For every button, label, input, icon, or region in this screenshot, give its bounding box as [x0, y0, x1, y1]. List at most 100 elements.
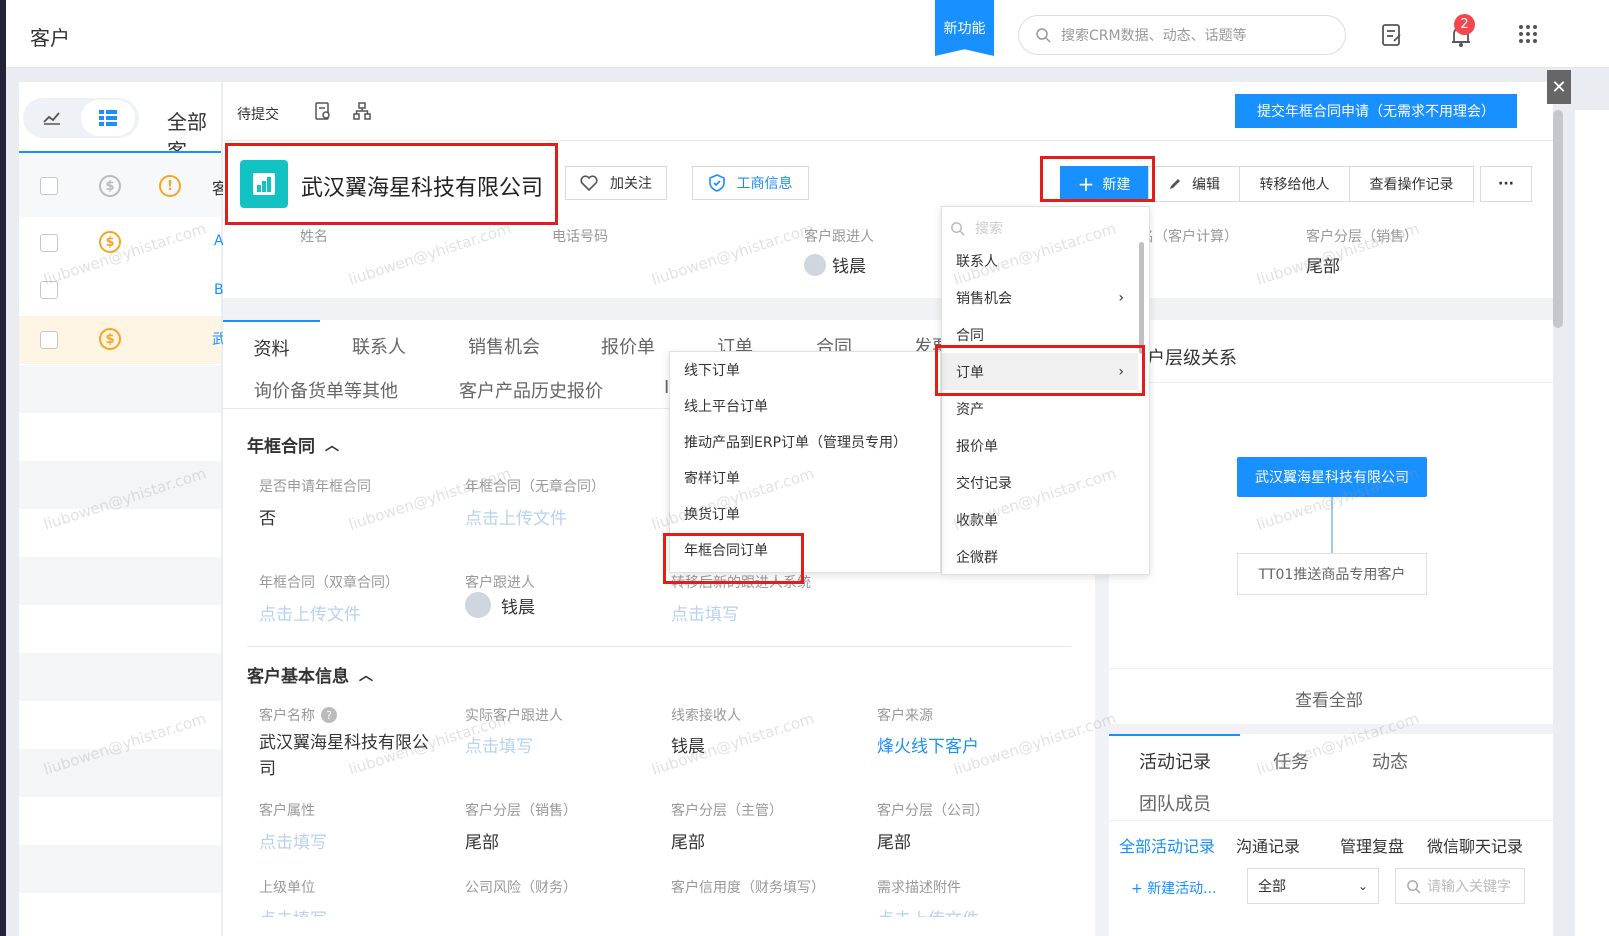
menu-item-receipt[interactable]: 收款单: [942, 501, 1138, 538]
seg-mgr-label: 客户分层（主管）: [671, 803, 783, 819]
follow-button[interactable]: 加关注: [565, 166, 667, 200]
highlight-company: [225, 143, 558, 225]
tab-opportunities[interactable]: 销售机会: [468, 333, 540, 359]
menu-item-quote[interactable]: 报价单: [942, 427, 1138, 464]
new-activity-button[interactable]: + 新建活动...: [1131, 878, 1217, 898]
menu-item-delivery[interactable]: 交付记录: [942, 464, 1138, 501]
table-row[interactable]: B: [19, 268, 224, 316]
business-info-button[interactable]: 工商信息: [692, 166, 809, 200]
keyword-placeholder: 请输入关键字: [1427, 879, 1511, 895]
more-button[interactable]: ···: [1480, 166, 1532, 202]
new-feature-label: 新功能: [943, 21, 986, 37]
avatar: [804, 253, 826, 276]
row-checkbox[interactable]: [40, 281, 58, 299]
submenu-exchange-order[interactable]: 换货订单: [670, 496, 940, 532]
section1-owner-value: 钱晨: [465, 592, 535, 618]
parent-fill[interactable]: 点击填写: [259, 905, 327, 917]
table-row[interactable]: $ A: [19, 219, 224, 267]
menu-item-label: 企微群: [956, 549, 998, 566]
follow-label: 加关注: [610, 176, 652, 192]
edit-button[interactable]: 编辑: [1148, 166, 1240, 202]
owner-name: 钱晨: [832, 257, 866, 277]
hierarchy-divider: [1109, 382, 1553, 383]
hierarchy-node-main[interactable]: 武汉翼海星科技有限公司: [1237, 457, 1427, 497]
row-stripe: [19, 845, 221, 893]
subtab-review[interactable]: 管理复盘: [1340, 833, 1404, 857]
left-edge: [0, 0, 6, 936]
section-annual-contract-title[interactable]: 年框合同 ︿: [247, 432, 339, 457]
source-label: 客户来源: [877, 708, 933, 724]
subtab-communication[interactable]: 沟通记录: [1236, 833, 1300, 857]
global-search[interactable]: 搜索CRM数据、动态、话题等: [1018, 15, 1346, 55]
new-feature-badge[interactable]: 新功能: [935, 0, 994, 56]
menu-item-contact[interactable]: 联系人: [942, 242, 1138, 279]
chart-view-button[interactable]: [23, 98, 81, 138]
submenu-offline-order[interactable]: 线下订单: [670, 352, 940, 388]
edit-label: 编辑: [1192, 177, 1220, 193]
tab-profile[interactable]: 资料: [223, 320, 320, 364]
tab-tasks[interactable]: 任务: [1273, 748, 1309, 774]
document-icon[interactable]: [315, 102, 331, 120]
submenu-item-label: 线上平台订单: [684, 399, 768, 415]
attr-fill[interactable]: 点击填写: [259, 828, 327, 853]
section-basic-info-title[interactable]: 客户基本信息 ︿: [247, 662, 373, 687]
help-icon[interactable]: ?: [321, 707, 337, 723]
menu-search[interactable]: 搜索: [950, 215, 1138, 241]
tab-quotes[interactable]: 报价单: [601, 333, 655, 359]
chevron-down-icon: ⌄: [1357, 879, 1368, 893]
menu-item-wecom-group[interactable]: 企微群: [942, 538, 1138, 575]
close-drawer-button[interactable]: ✕: [1547, 70, 1571, 104]
table-row-selected[interactable]: $ 武: [19, 316, 226, 364]
drawer-scrollbar[interactable]: [1553, 110, 1563, 328]
task-icon[interactable]: [1381, 23, 1403, 47]
cust-name-label: 客户名称?: [259, 705, 337, 725]
submenu-online-order[interactable]: 线上平台订单: [670, 388, 940, 424]
tab-activity[interactable]: 活动记录: [1139, 748, 1211, 774]
view-toggle[interactable]: [23, 98, 139, 138]
global-search-placeholder: 搜索CRM数据、动态、话题等: [1061, 28, 1247, 44]
double-upload[interactable]: 点击上传文件: [259, 600, 361, 625]
tab-dynamics[interactable]: 动态: [1372, 748, 1408, 774]
subtab-all-activity[interactable]: 全部活动记录: [1119, 833, 1215, 857]
parent-label: 上级单位: [259, 880, 315, 896]
alert-column-icon: !: [159, 175, 181, 197]
tab-contacts[interactable]: 联系人: [352, 333, 406, 359]
apps-grid-icon[interactable]: [1518, 24, 1538, 44]
list-view-button[interactable]: [81, 100, 135, 136]
org-tree-icon[interactable]: [353, 102, 371, 120]
nostamp-upload[interactable]: 点击上传文件: [465, 504, 567, 529]
menu-item-label: 联系人: [956, 253, 998, 270]
notification-count-text: 2: [1460, 17, 1469, 32]
submenu-sample-order[interactable]: 寄样订单: [670, 460, 940, 496]
submit-contract-button[interactable]: 提交年框合同申请（无需求不用理会）: [1235, 94, 1517, 128]
tab-team[interactable]: 团队成员: [1139, 790, 1211, 816]
view-all-link[interactable]: 查看全部: [1295, 686, 1363, 711]
apply-value: 否: [259, 509, 276, 529]
highlight-annual-order: [663, 533, 804, 584]
transfer-system-fill[interactable]: 点击填写: [671, 600, 739, 625]
activity-filter-select[interactable]: 全部 ⌄: [1247, 868, 1379, 904]
subtab-wechat[interactable]: 微信聊天记录: [1427, 833, 1523, 857]
transfer-button[interactable]: 转移给他人: [1240, 166, 1350, 202]
activity-panel: 活动记录 任务 动态 团队成员 全部活动记录 沟通记录 管理复盘 微信聊天记录 …: [1109, 734, 1553, 936]
select-all-checkbox[interactable]: [40, 177, 58, 195]
submenu-erp-order[interactable]: 推动产品到ERP订单（管理员专用）: [670, 424, 940, 460]
actual-owner-fill[interactable]: 点击填写: [465, 732, 533, 757]
source-value[interactable]: 烽火线下客户: [877, 732, 979, 757]
list-header-row: $ ! 客: [19, 151, 228, 217]
keyword-search[interactable]: 请输入关键字: [1395, 868, 1525, 904]
hierarchy-node-child[interactable]: TT01推送商品专用客户: [1237, 553, 1427, 595]
tab-price-history[interactable]: 客户产品历史报价: [459, 377, 603, 403]
menu-item-opportunity[interactable]: 销售机会 ›: [942, 279, 1138, 316]
operation-log-button[interactable]: 查看操作记录: [1350, 166, 1474, 202]
needs-upload[interactable]: 点击上传文件: [877, 905, 979, 917]
row-stripe: [19, 461, 221, 509]
attr-label: 客户属性: [259, 803, 315, 819]
menu-scrollbar[interactable]: [1139, 242, 1144, 354]
row-checkbox[interactable]: [40, 234, 58, 252]
activity-filter-value: 全部: [1258, 879, 1286, 895]
tab-other[interactable]: 询价备货单等其他: [254, 377, 398, 403]
row-checkbox[interactable]: [40, 331, 58, 349]
dollar-column-icon: $: [99, 175, 121, 197]
dollar-icon: $: [99, 231, 121, 253]
